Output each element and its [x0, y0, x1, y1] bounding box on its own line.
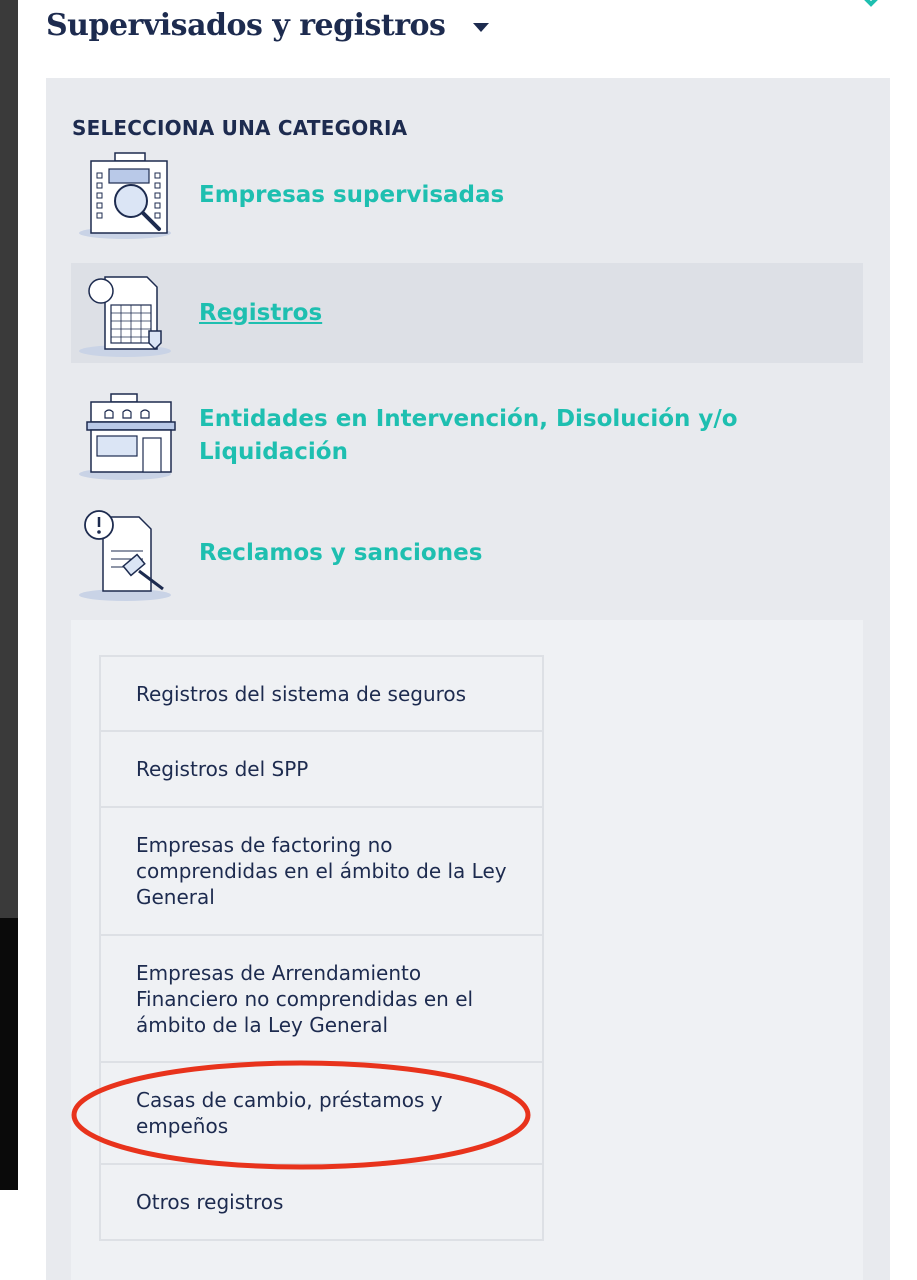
- category-label: Reclamos y sanciones: [199, 539, 483, 566]
- category-panel: SELECCIONA UNA CATEGORIA Empresas superv…: [46, 78, 890, 1280]
- complaint-gavel-icon: [79, 510, 171, 601]
- caret-down-icon: [473, 22, 490, 32]
- submenu-item-casas-cambio[interactable]: Casas de cambio, préstamos y empeños: [99, 1061, 544, 1165]
- category-entidades-intervencion[interactable]: Entidades en Intervención, Disolución y/…: [71, 383, 863, 488]
- submenu-item-arrendamiento[interactable]: Empresas de Arrendamiento Financiero no …: [99, 934, 544, 1063]
- submenu-item-spp[interactable]: Registros del SPP: [99, 730, 544, 808]
- page: Supervisados y registros SELECCIONA UNA …: [18, 0, 917, 1280]
- submenu-item-factoring[interactable]: Empresas de factoring no comprendidas en…: [99, 806, 544, 936]
- submenu-list: Registros del sistema de seguros Registr…: [99, 655, 544, 1241]
- building-search-icon: [79, 152, 171, 239]
- left-edge-strip-dark: [0, 918, 18, 1190]
- submenu-item-sistema-seguros[interactable]: Registros del sistema de seguros: [99, 655, 544, 732]
- close-icon[interactable]: [853, 0, 889, 22]
- category-empresas-supervisadas[interactable]: Empresas supervisadas: [71, 140, 863, 250]
- submenu-item-otros-registros[interactable]: Otros registros: [99, 1163, 544, 1241]
- section-dropdown[interactable]: Supervisados y registros: [46, 0, 490, 50]
- panel-heading: SELECCIONA UNA CATEGORIA: [72, 116, 408, 140]
- closed-store-icon: [79, 392, 176, 480]
- page-title: Supervisados y registros: [46, 7, 446, 43]
- registry-document-icon: [79, 276, 171, 357]
- category-reclamos-sanciones[interactable]: Reclamos y sanciones: [71, 498, 863, 608]
- registros-submenu: Registros del sistema de seguros Registr…: [71, 620, 863, 1280]
- category-label: Empresas supervisadas: [199, 181, 505, 208]
- category-label: Entidades en Intervención, Disolución y/…: [199, 405, 738, 465]
- category-registros[interactable]: Registros: [71, 263, 863, 363]
- category-label: Registros: [199, 299, 323, 326]
